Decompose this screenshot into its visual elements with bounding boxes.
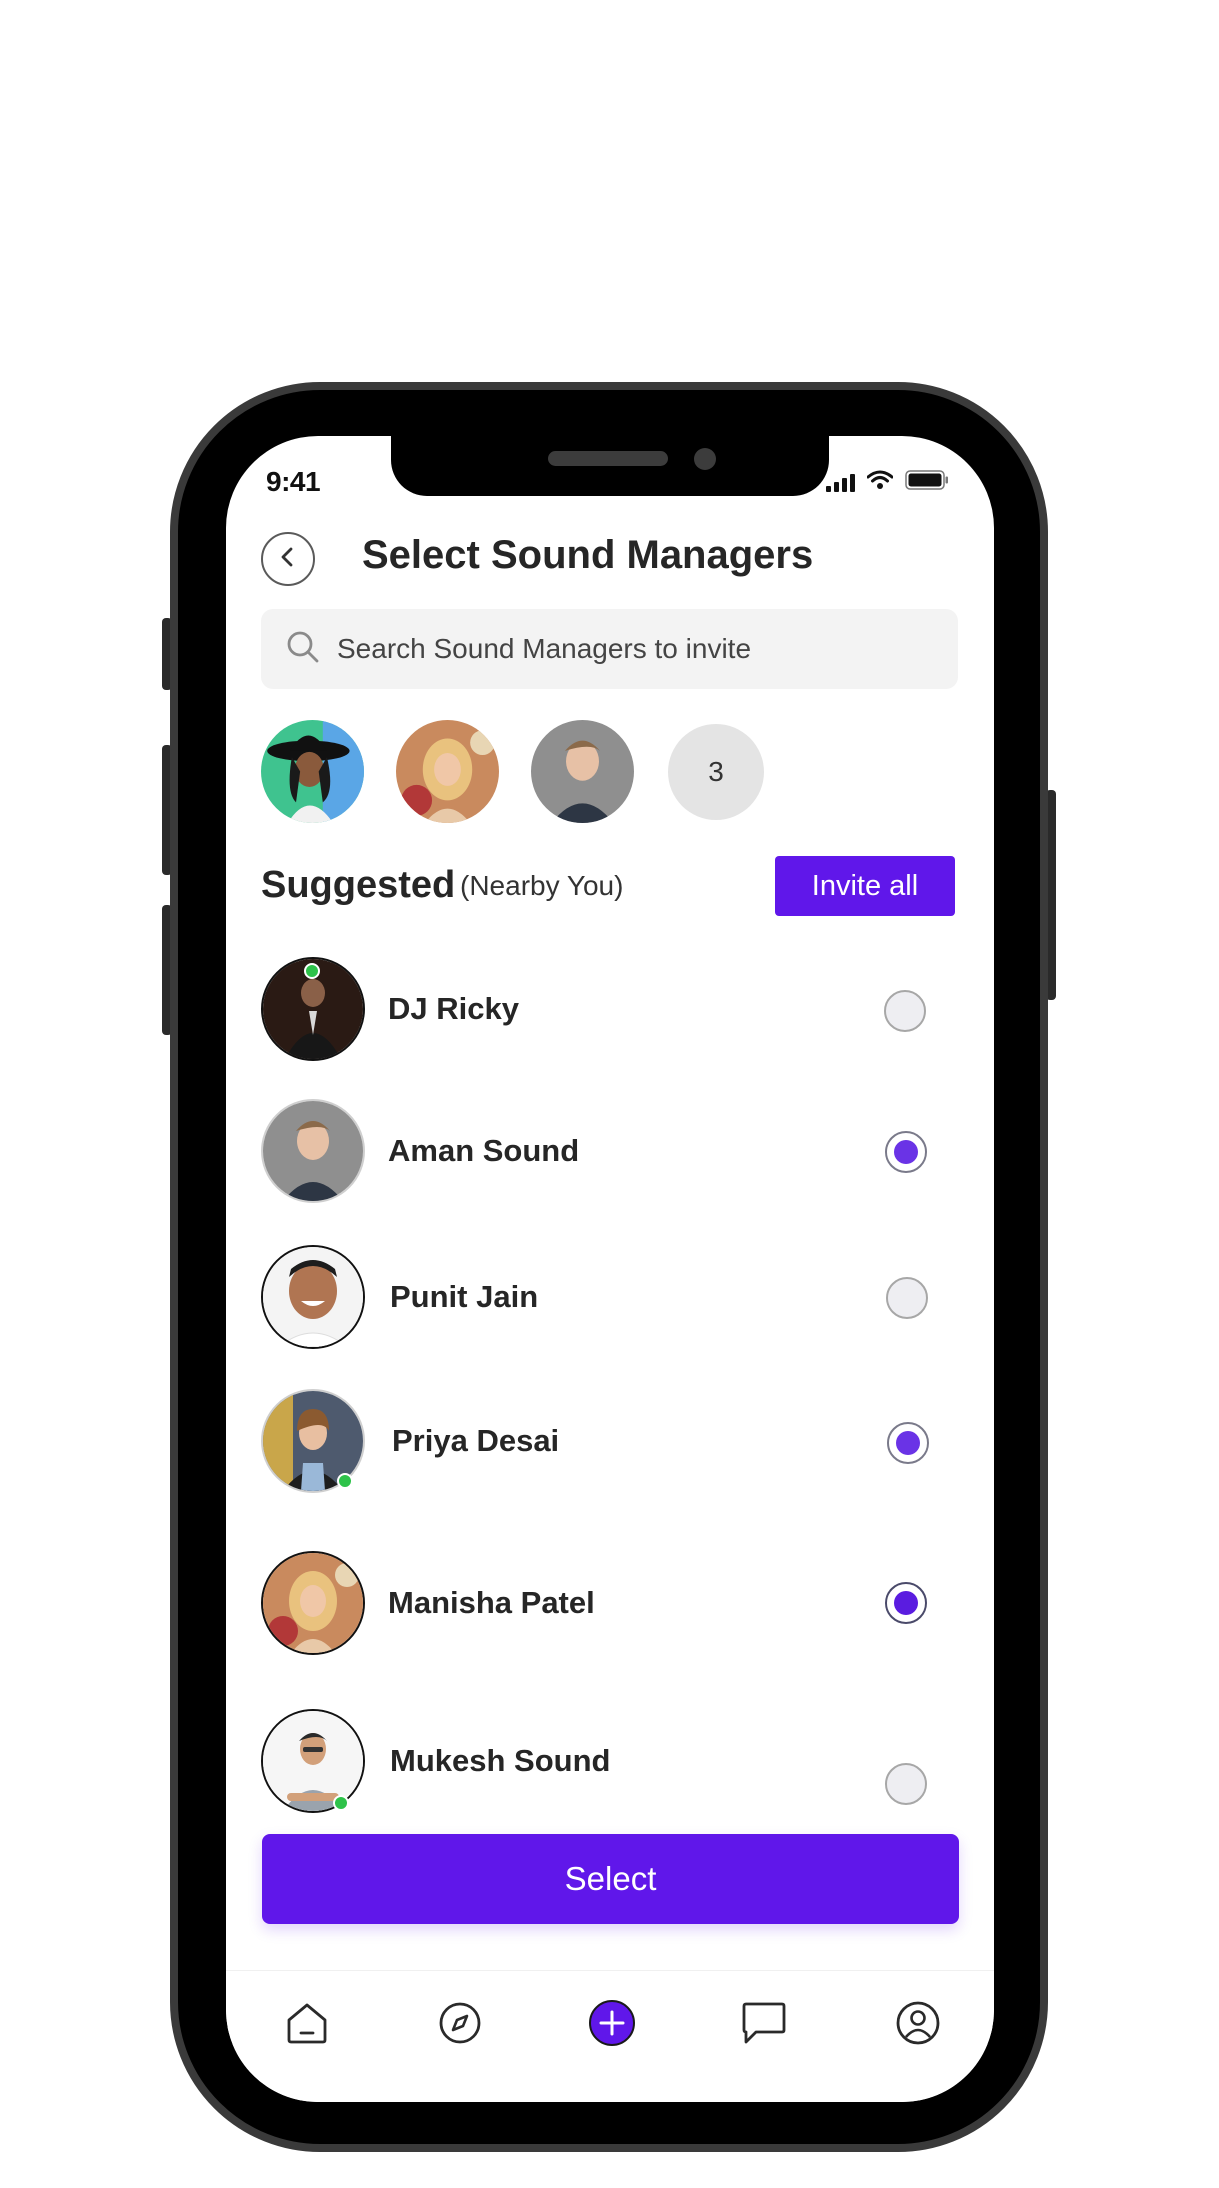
tab-home[interactable] — [283, 2001, 331, 2049]
select-radio[interactable] — [884, 990, 926, 1032]
select-radio[interactable] — [886, 1277, 928, 1319]
status-time: 9:41 — [266, 466, 321, 497]
chat-icon — [740, 2000, 788, 2051]
user-name: Aman Sound — [388, 1133, 580, 1168]
phone-screen: 9:41 Select Sound Managers Search Sound … — [226, 436, 994, 2102]
invite-all-button[interactable]: Invite all — [775, 856, 955, 916]
stage: 9:41 Select Sound Managers Search Sound … — [0, 0, 1219, 2188]
user-name: Punit Jain — [390, 1279, 539, 1314]
notch — [391, 436, 829, 496]
home-icon — [284, 2000, 330, 2051]
search-bar[interactable] — [261, 609, 958, 689]
battery-icon — [905, 470, 949, 495]
avatar — [261, 1245, 365, 1349]
plus-icon — [588, 1999, 636, 2052]
selected-avatars: 3 — [261, 720, 764, 823]
avatar — [261, 1551, 365, 1655]
list-item[interactable]: DJ Ricky — [261, 957, 961, 1061]
speaker-grille — [548, 451, 668, 466]
back-button[interactable] — [261, 532, 315, 586]
user-name: Mukesh Sound — [390, 1743, 611, 1778]
bottom-tab-bar — [226, 1970, 994, 2102]
tab-explore[interactable] — [436, 2001, 484, 2049]
front-camera — [694, 448, 716, 470]
list-item[interactable]: Priya Desai — [261, 1389, 961, 1493]
list-item[interactable]: Punit Jain — [261, 1245, 961, 1349]
avatar — [261, 1709, 365, 1813]
select-radio[interactable] — [887, 1422, 929, 1464]
compass-icon — [437, 2000, 483, 2051]
tab-add[interactable] — [588, 1999, 636, 2052]
more-selected-count[interactable]: 3 — [668, 724, 764, 820]
suggested-subtitle: (Nearby You) — [460, 870, 624, 901]
list-item[interactable]: Aman Sound — [261, 1099, 961, 1203]
list-item[interactable]: Manisha Patel — [261, 1551, 961, 1655]
search-input[interactable] — [337, 633, 937, 665]
profile-icon — [894, 1999, 942, 2052]
selected-avatar[interactable] — [396, 720, 499, 823]
tab-messages[interactable] — [740, 2001, 788, 2049]
online-indicator — [337, 1473, 353, 1489]
select-radio[interactable] — [885, 1582, 927, 1624]
page-title: Select Sound Managers — [362, 533, 814, 577]
chevron-left-icon — [277, 546, 299, 573]
signal-icon — [826, 473, 855, 492]
user-name: DJ Ricky — [388, 991, 519, 1026]
avatar — [261, 1099, 365, 1203]
selected-avatar[interactable] — [531, 720, 634, 823]
tab-profile[interactable] — [894, 2001, 942, 2049]
online-indicator — [304, 963, 320, 979]
selected-avatar[interactable] — [261, 720, 364, 823]
online-indicator — [333, 1795, 349, 1811]
select-radio[interactable] — [885, 1763, 927, 1805]
user-name: Priya Desai — [392, 1423, 560, 1458]
select-radio[interactable] — [885, 1131, 927, 1173]
user-name: Manisha Patel — [388, 1585, 595, 1620]
wifi-icon — [866, 470, 894, 495]
search-icon — [285, 629, 321, 670]
suggested-title: Suggested — [261, 864, 456, 906]
select-button[interactable]: Select — [262, 1834, 959, 1924]
status-icons — [826, 470, 949, 495]
list-item[interactable]: Mukesh Sound — [261, 1709, 961, 1813]
